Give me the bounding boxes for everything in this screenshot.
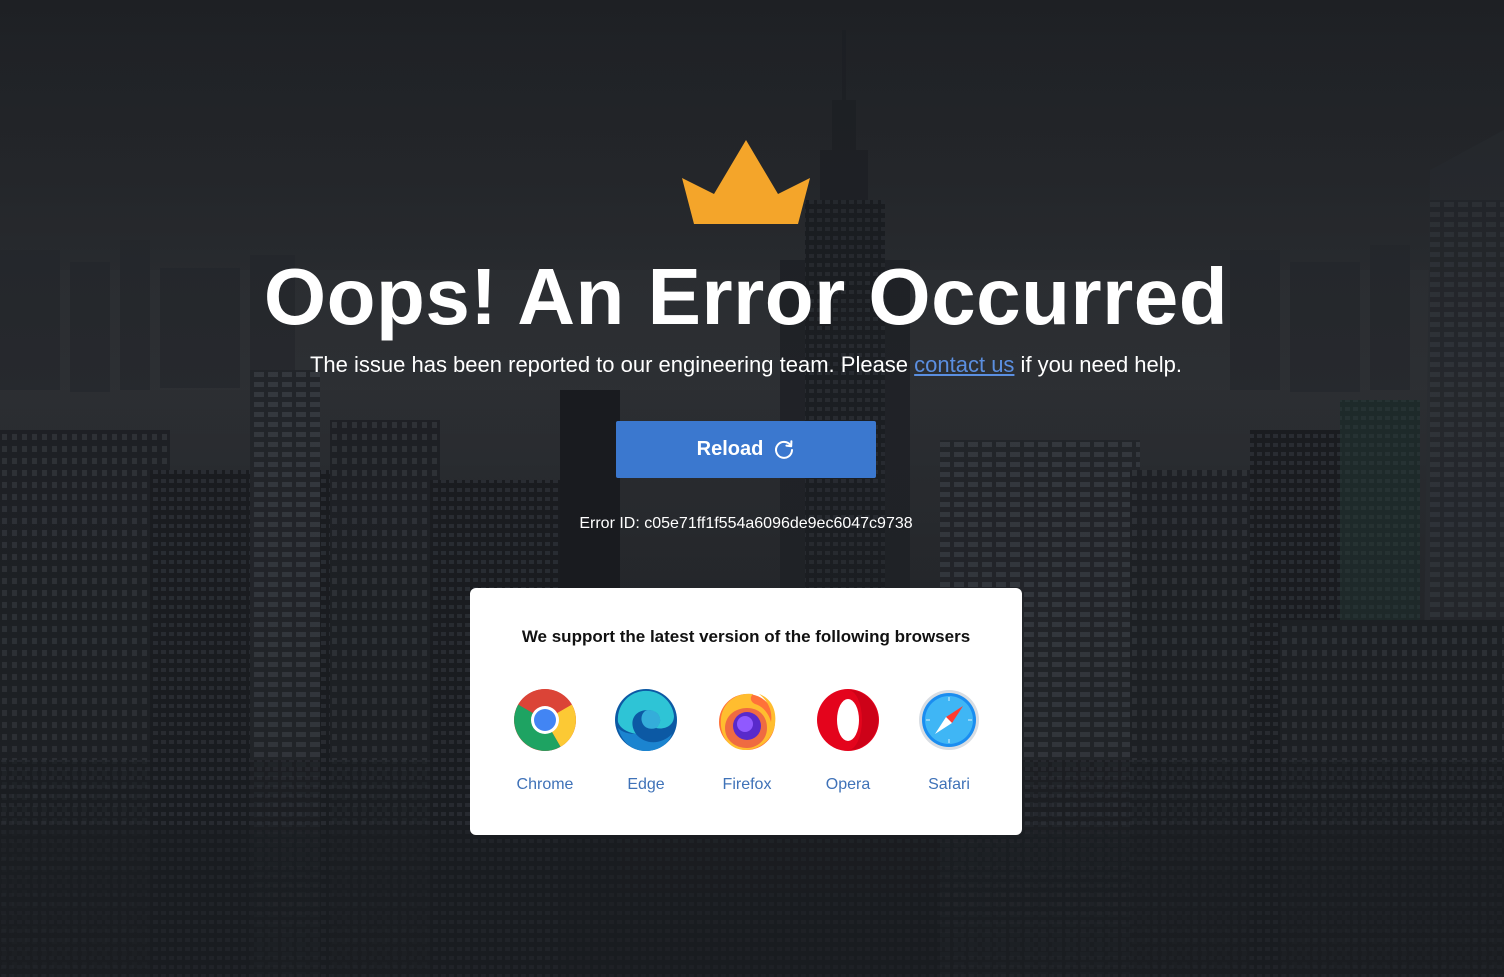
- error-description: The issue has been reported to our engin…: [0, 351, 1492, 379]
- supported-browsers-title: We support the latest version of the fol…: [521, 627, 971, 646]
- browser-name: Opera: [825, 776, 871, 793]
- edge-icon: [614, 688, 678, 752]
- browser-list: Chrome Edge Firefox Opera Safari: [499, 688, 999, 808]
- reload-label: Reload: [696, 438, 764, 460]
- chrome-icon: [513, 688, 577, 752]
- contact-us-link[interactable]: contact us: [914, 352, 1014, 377]
- error-id: Error ID: c05e71ff1f554a6096de9ec6047c97…: [579, 515, 913, 532]
- opera-icon: [816, 688, 880, 752]
- browser-firefox[interactable]: Firefox: [701, 688, 791, 798]
- error-page: Oops! An Error Occurred The issue has be…: [0, 0, 1504, 977]
- browser-opera[interactable]: Opera: [802, 688, 892, 798]
- browser-name: Firefox: [722, 776, 772, 793]
- crown-logo-icon: [682, 140, 810, 226]
- browser-name: Chrome: [516, 776, 574, 793]
- description-text: The issue has been reported to our engin…: [309, 352, 915, 377]
- browser-name: Safari: [928, 776, 970, 793]
- browser-name: Edge: [627, 776, 665, 793]
- browser-edge[interactable]: Edge: [600, 688, 690, 798]
- description-text-end: if you need help.: [1014, 352, 1183, 377]
- reload-button[interactable]: Reload: [616, 421, 876, 478]
- safari-icon: [917, 688, 981, 752]
- refresh-icon: [773, 439, 795, 461]
- page-title: Oops! An Error Occurred: [263, 252, 1229, 341]
- browser-safari[interactable]: Safari: [903, 688, 993, 798]
- supported-browsers-card: We support the latest version of the fol…: [470, 588, 1022, 835]
- browser-chrome[interactable]: Chrome: [499, 688, 589, 798]
- firefox-icon: [715, 688, 779, 752]
